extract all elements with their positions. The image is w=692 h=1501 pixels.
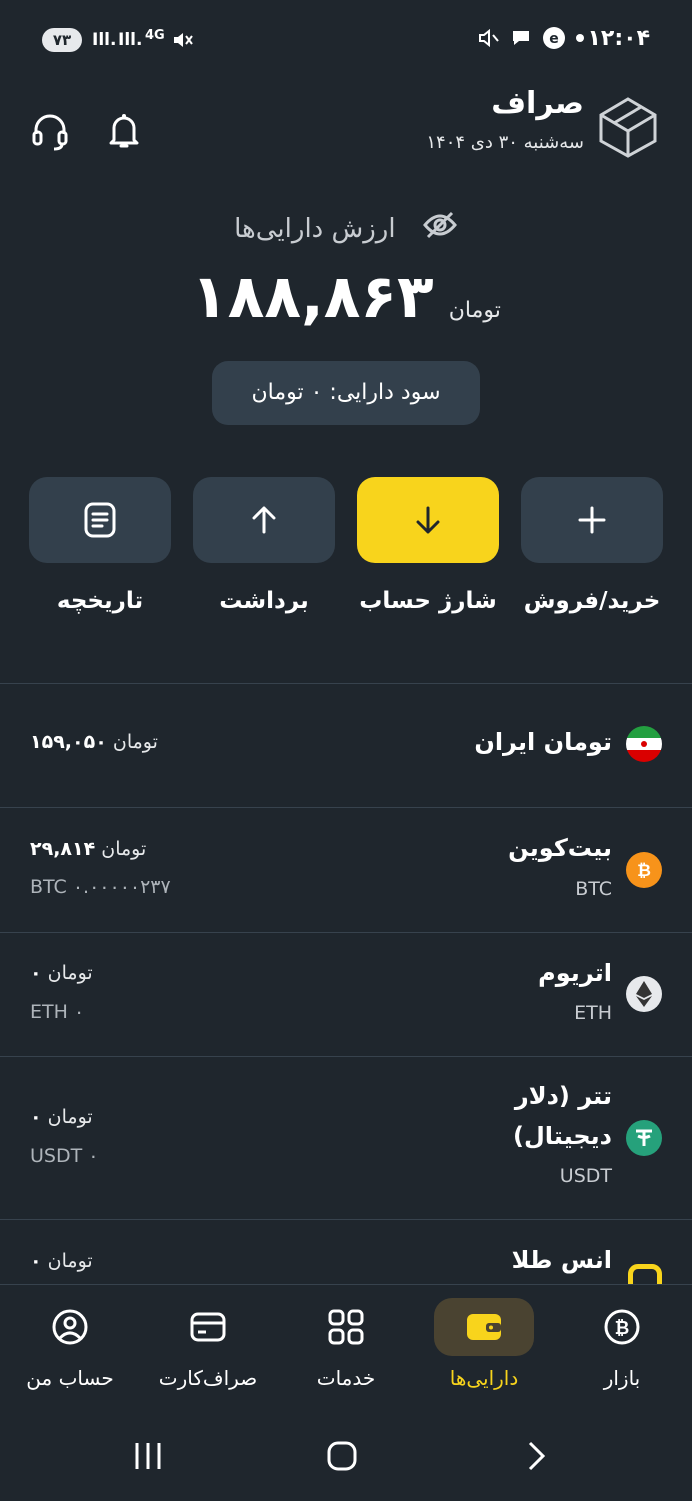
network-type: 4G <box>145 28 165 43</box>
notification-dot <box>576 34 584 42</box>
asset-name-line1: تتر (دلار <box>514 1082 612 1110</box>
nav-market[interactable]: ₿ بازار <box>557 1298 687 1398</box>
grid-icon <box>296 1298 396 1356</box>
asset-value: تومان ۰ <box>30 1250 93 1272</box>
balance-amount: ۱۸۸,۸۶۳ <box>191 262 434 332</box>
buy-sell-label: خرید/فروش <box>523 588 661 614</box>
svg-text:e: e <box>549 31 559 47</box>
nav-label: خدمات <box>316 1366 376 1390</box>
document-icon <box>84 502 116 538</box>
signal-icon: Ill. <box>92 30 117 50</box>
nav-sarrafcard[interactable]: صراف‌کارت <box>143 1298 273 1398</box>
profit-badge: سود دارایی: ۰ تومان <box>212 361 480 425</box>
history-button[interactable] <box>29 477 171 563</box>
nav-label: حساب من <box>26 1366 114 1390</box>
arrow-up-icon <box>252 506 276 534</box>
balance-currency: تومان <box>448 298 501 323</box>
wallet-icon <box>434 1298 534 1356</box>
chat-icon <box>513 31 529 45</box>
withdraw-button[interactable] <box>193 477 335 563</box>
home-icon[interactable] <box>312 1432 372 1480</box>
status-icons: e <box>478 26 584 50</box>
deposit-button[interactable] <box>357 477 499 563</box>
asset-name-line2: دیجیتال) <box>512 1122 612 1150</box>
asset-name: انس طلا <box>511 1246 612 1274</box>
asset-row-ethereum[interactable] <box>0 933 692 1055</box>
asset-name: اتریوم <box>538 959 612 987</box>
asset-value: تومان ۰ <box>30 962 93 984</box>
asset-value: تومان ۱۵۹,۰۵۰ <box>30 731 158 753</box>
card-icon <box>158 1298 258 1356</box>
gold-icon <box>628 1264 662 1284</box>
buy-sell-button[interactable] <box>521 477 663 563</box>
deposit-label: شارژ حساب <box>359 588 497 614</box>
nav-assets[interactable]: دارایی‌ها <box>419 1298 549 1398</box>
asset-name: بیت‌کوین <box>508 834 612 862</box>
asset-amount: USDT ۰ <box>30 1145 99 1167</box>
asset-name: تومان ایران <box>474 728 612 756</box>
mute-icon <box>172 30 194 54</box>
svg-text:₿: ₿ <box>615 1318 630 1339</box>
brand-logo <box>598 96 658 158</box>
svg-text:₿: ₿ <box>637 861 651 881</box>
nav-label: صراف‌کارت <box>158 1366 258 1390</box>
plus-icon <box>578 506 606 534</box>
asset-value: تومان ۰ <box>30 1106 93 1128</box>
withdraw-label: برداشت <box>219 588 309 614</box>
asset-amount: BTC ۰.۰۰۰۰۰۲۳۷ <box>30 876 171 898</box>
bell-icon[interactable] <box>102 108 146 152</box>
asset-row-bitcoin[interactable] <box>0 808 692 932</box>
bitcoin-icon: ₿ <box>626 852 662 888</box>
asset-symbol: BTC <box>575 878 612 900</box>
app-notification-icon: e <box>543 27 565 49</box>
nav-services[interactable]: خدمات <box>281 1298 411 1398</box>
status-bar: ۷۳ Ill. Ill. 4G e ۱۲:۰۴ <box>0 0 692 80</box>
support-headset-icon[interactable] <box>28 108 72 152</box>
iran-flag-icon <box>626 726 662 762</box>
arrow-down-icon <box>416 506 440 534</box>
asset-symbol: USDT <box>559 1165 612 1187</box>
status-time: ۱۲:۰۴ <box>587 26 650 51</box>
battery-indicator: ۷۳ <box>42 28 82 52</box>
balance-label-row: ارزش دارایی‌ها <box>0 210 692 247</box>
asset-row-gold[interactable]: انس طلا تومان ۰ <box>0 1220 692 1284</box>
history-label: تاریخچه <box>56 588 144 614</box>
nav-account[interactable]: حساب من <box>5 1298 135 1398</box>
tether-icon <box>626 1120 662 1156</box>
asset-symbol: ETH <box>574 1002 612 1024</box>
nav-label: بازار <box>603 1366 641 1390</box>
back-icon[interactable] <box>506 1432 566 1480</box>
balance-label: ارزش دارایی‌ها <box>234 213 396 244</box>
bitcoin-circle-icon: ₿ <box>572 1298 672 1356</box>
balance-value-row: تومان ۱۸۸,۸۶۳ <box>0 262 692 332</box>
recent-apps-icon[interactable] <box>118 1432 178 1480</box>
header-date: سه‌شنبه ۳۰ دی ۱۴۰۴ <box>426 132 584 153</box>
signal-icon-2: Ill. <box>118 30 143 50</box>
asset-value: تومان ۲۹,۸۱۴ <box>30 838 147 860</box>
asset-amount: ETH ۰ <box>30 1001 85 1023</box>
ethereum-icon <box>626 976 662 1012</box>
eye-off-icon[interactable] <box>422 210 458 247</box>
brand-name: صراف <box>491 86 584 121</box>
volume-icon <box>479 28 499 48</box>
nav-label: دارایی‌ها <box>449 1366 519 1390</box>
user-icon <box>20 1298 120 1356</box>
